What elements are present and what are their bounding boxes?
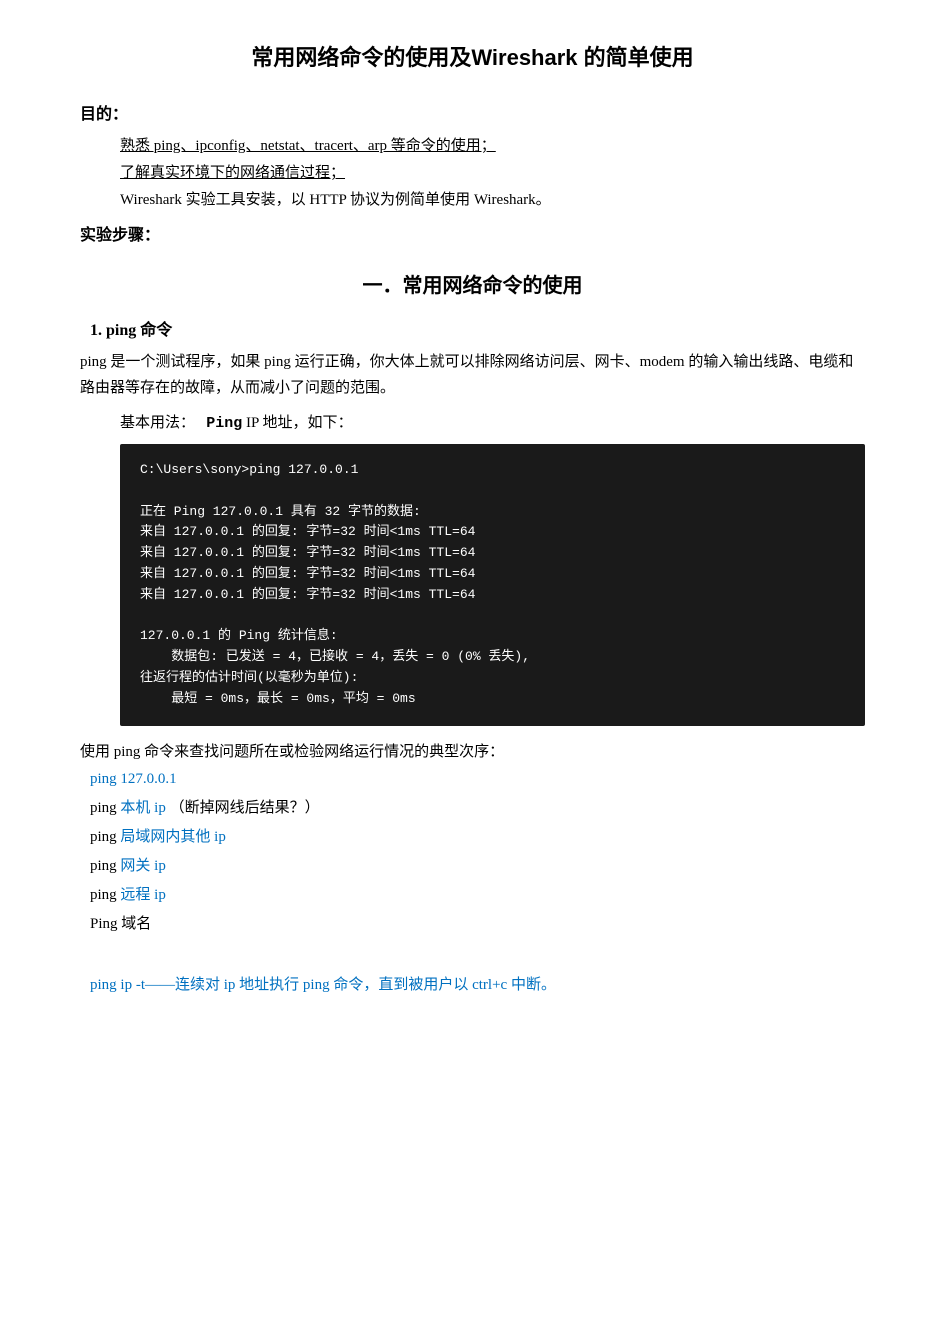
- ping-item-1: ping 本机 ip （断掉网线后结果？）: [90, 796, 865, 817]
- ping-intro: ping 是一个测试程序，如果 ping 运行正确，你大体上就可以排除网络访问层…: [80, 350, 865, 401]
- ping-cmd-5: Ping 域名: [90, 916, 151, 932]
- ping-cmd-2: ping: [90, 829, 120, 845]
- basic-usage-cmd: Ping: [206, 415, 242, 432]
- ping-heading: 1. ping 命令: [90, 316, 865, 340]
- ping-ip-3: 网关 ip: [120, 858, 165, 874]
- ping-item-5: Ping 域名: [90, 912, 865, 933]
- ping-item-3: ping 网关 ip: [90, 854, 865, 875]
- ping-item-4: ping 远程 ip: [90, 883, 865, 904]
- ping-cmd-0: ping 127.0.0.1: [90, 771, 177, 787]
- purpose-item-1: 熟悉 ping、ipconfig、netstat、tracert、arp 等命令…: [120, 134, 865, 155]
- ping-item-0: ping 127.0.0.1: [80, 771, 865, 788]
- ping-extra-1: （断掉网线后结果？）: [166, 800, 320, 816]
- ping-t-line: ping ip -t——连续对 ip 地址执行 ping 命令，直到被用户以 c…: [90, 973, 865, 999]
- purpose-item-3: Wireshark 实验工具安装，以 HTTP 协议为例简单使用 Wiresha…: [120, 188, 865, 209]
- page-title: 常用网络命令的使用及Wireshark 的简单使用: [80, 40, 865, 72]
- section1-heading: 一．常用网络命令的使用: [80, 269, 865, 298]
- purpose-heading: 目的：: [80, 100, 865, 124]
- basic-usage: 基本用法： Ping IP 地址，如下：: [120, 411, 865, 432]
- basic-usage-label: 基本用法：: [120, 415, 195, 431]
- ping-item-2: ping 局域网内其他 ip: [90, 825, 865, 846]
- ping-ip-4: 远程 ip: [120, 887, 165, 903]
- purpose-item-2: 了解真实环境下的网络通信过程；: [120, 161, 865, 182]
- ping-cmd-4: ping: [90, 887, 120, 903]
- ping-ip-1: 本机 ip: [120, 800, 165, 816]
- terminal-block: C:\Users\sony>ping 127.0.0.1 正在 Ping 127…: [120, 444, 865, 726]
- after-terminal-text: 使用 ping 命令来查找问题所在或检验网络运行情况的典型次序：: [80, 740, 865, 761]
- basic-usage-rest: IP 地址，如下：: [246, 415, 353, 431]
- ping-ip-2: 局域网内其他 ip: [120, 829, 225, 845]
- ping-cmd-3: ping: [90, 858, 120, 874]
- steps-heading: 实验步骤：: [80, 221, 865, 245]
- ping-cmd-1: ping: [90, 800, 120, 816]
